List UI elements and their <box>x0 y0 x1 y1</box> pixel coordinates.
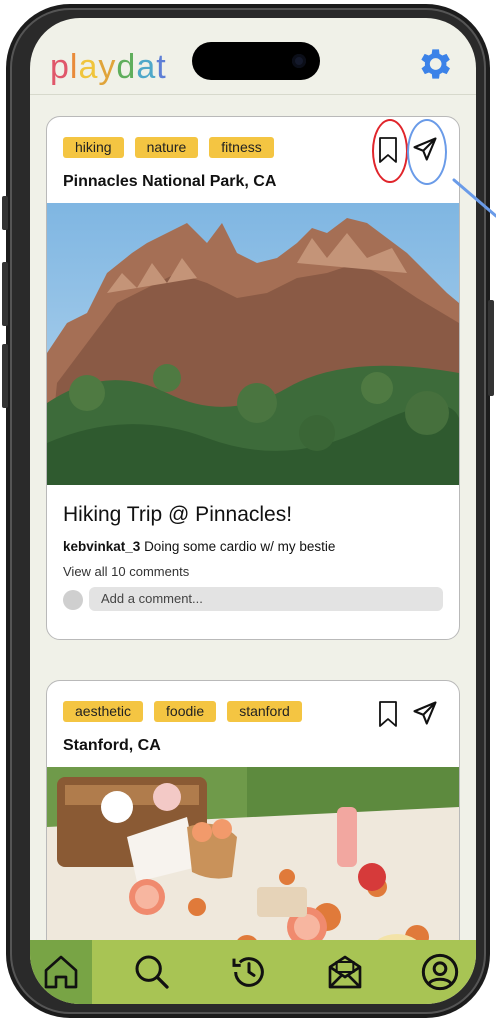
post-feed[interactable]: hiking nature fitness Pinnacles National… <box>30 98 476 940</box>
power-button <box>488 300 494 396</box>
post-caption-text: Doing some cardio w/ my bestie <box>144 539 336 554</box>
view-comments-link[interactable]: View all 10 comments <box>63 564 189 579</box>
app-logo: playdat <box>50 48 167 86</box>
avatar <box>63 590 83 610</box>
add-comment-input[interactable]: Add a comment... <box>89 587 443 611</box>
post-caption: kebvinkat_3 Doing some cardio w/ my best… <box>63 539 335 554</box>
annotation-arrow <box>452 178 496 218</box>
tag-list: hiking nature fitness <box>63 137 274 158</box>
post-photo-pinnacles[interactable] <box>47 203 459 485</box>
bottom-nav <box>30 940 476 1004</box>
comment-row: Add a comment... <box>63 587 443 613</box>
tag-list: aesthetic foodie stanford <box>63 701 302 722</box>
bookmark-icon[interactable] <box>377 699 399 729</box>
app-screen: playdat hiking nature fitness Pinnacles … <box>30 18 476 1004</box>
post-location: Pinnacles National Park, CA <box>63 173 277 190</box>
volume-up-button <box>2 262 8 326</box>
profile-icon[interactable] <box>420 952 460 992</box>
post-location: Stanford, CA <box>63 737 161 754</box>
tag-chip[interactable]: stanford <box>227 701 302 722</box>
header-divider <box>30 94 476 95</box>
share-highlight-ring <box>407 119 447 185</box>
post-title: Hiking Trip @ Pinnacles! <box>63 503 293 526</box>
tag-chip[interactable]: aesthetic <box>63 701 144 722</box>
home-icon[interactable] <box>41 952 81 992</box>
post-username[interactable]: kebvinkat_3 <box>63 539 140 554</box>
post-photo-picnic[interactable] <box>47 767 459 940</box>
tag-chip[interactable]: hiking <box>63 137 124 158</box>
search-icon[interactable] <box>132 952 172 992</box>
inbox-icon[interactable] <box>325 952 365 992</box>
settings-gear-icon[interactable] <box>414 44 454 84</box>
tag-chip[interactable]: fitness <box>209 137 274 158</box>
tag-chip[interactable]: foodie <box>154 701 217 722</box>
send-share-icon[interactable] <box>411 699 439 727</box>
post-card: hiking nature fitness Pinnacles National… <box>46 116 460 640</box>
history-icon[interactable] <box>229 952 269 992</box>
tag-chip[interactable]: nature <box>134 137 199 158</box>
bookmark-highlight-ring <box>372 119 408 183</box>
post-card: aesthetic foodie stanford Stanford, CA <box>46 680 460 940</box>
front-camera <box>292 54 306 68</box>
action-button <box>2 196 8 230</box>
volume-down-button <box>2 344 8 408</box>
dynamic-island <box>192 42 320 80</box>
